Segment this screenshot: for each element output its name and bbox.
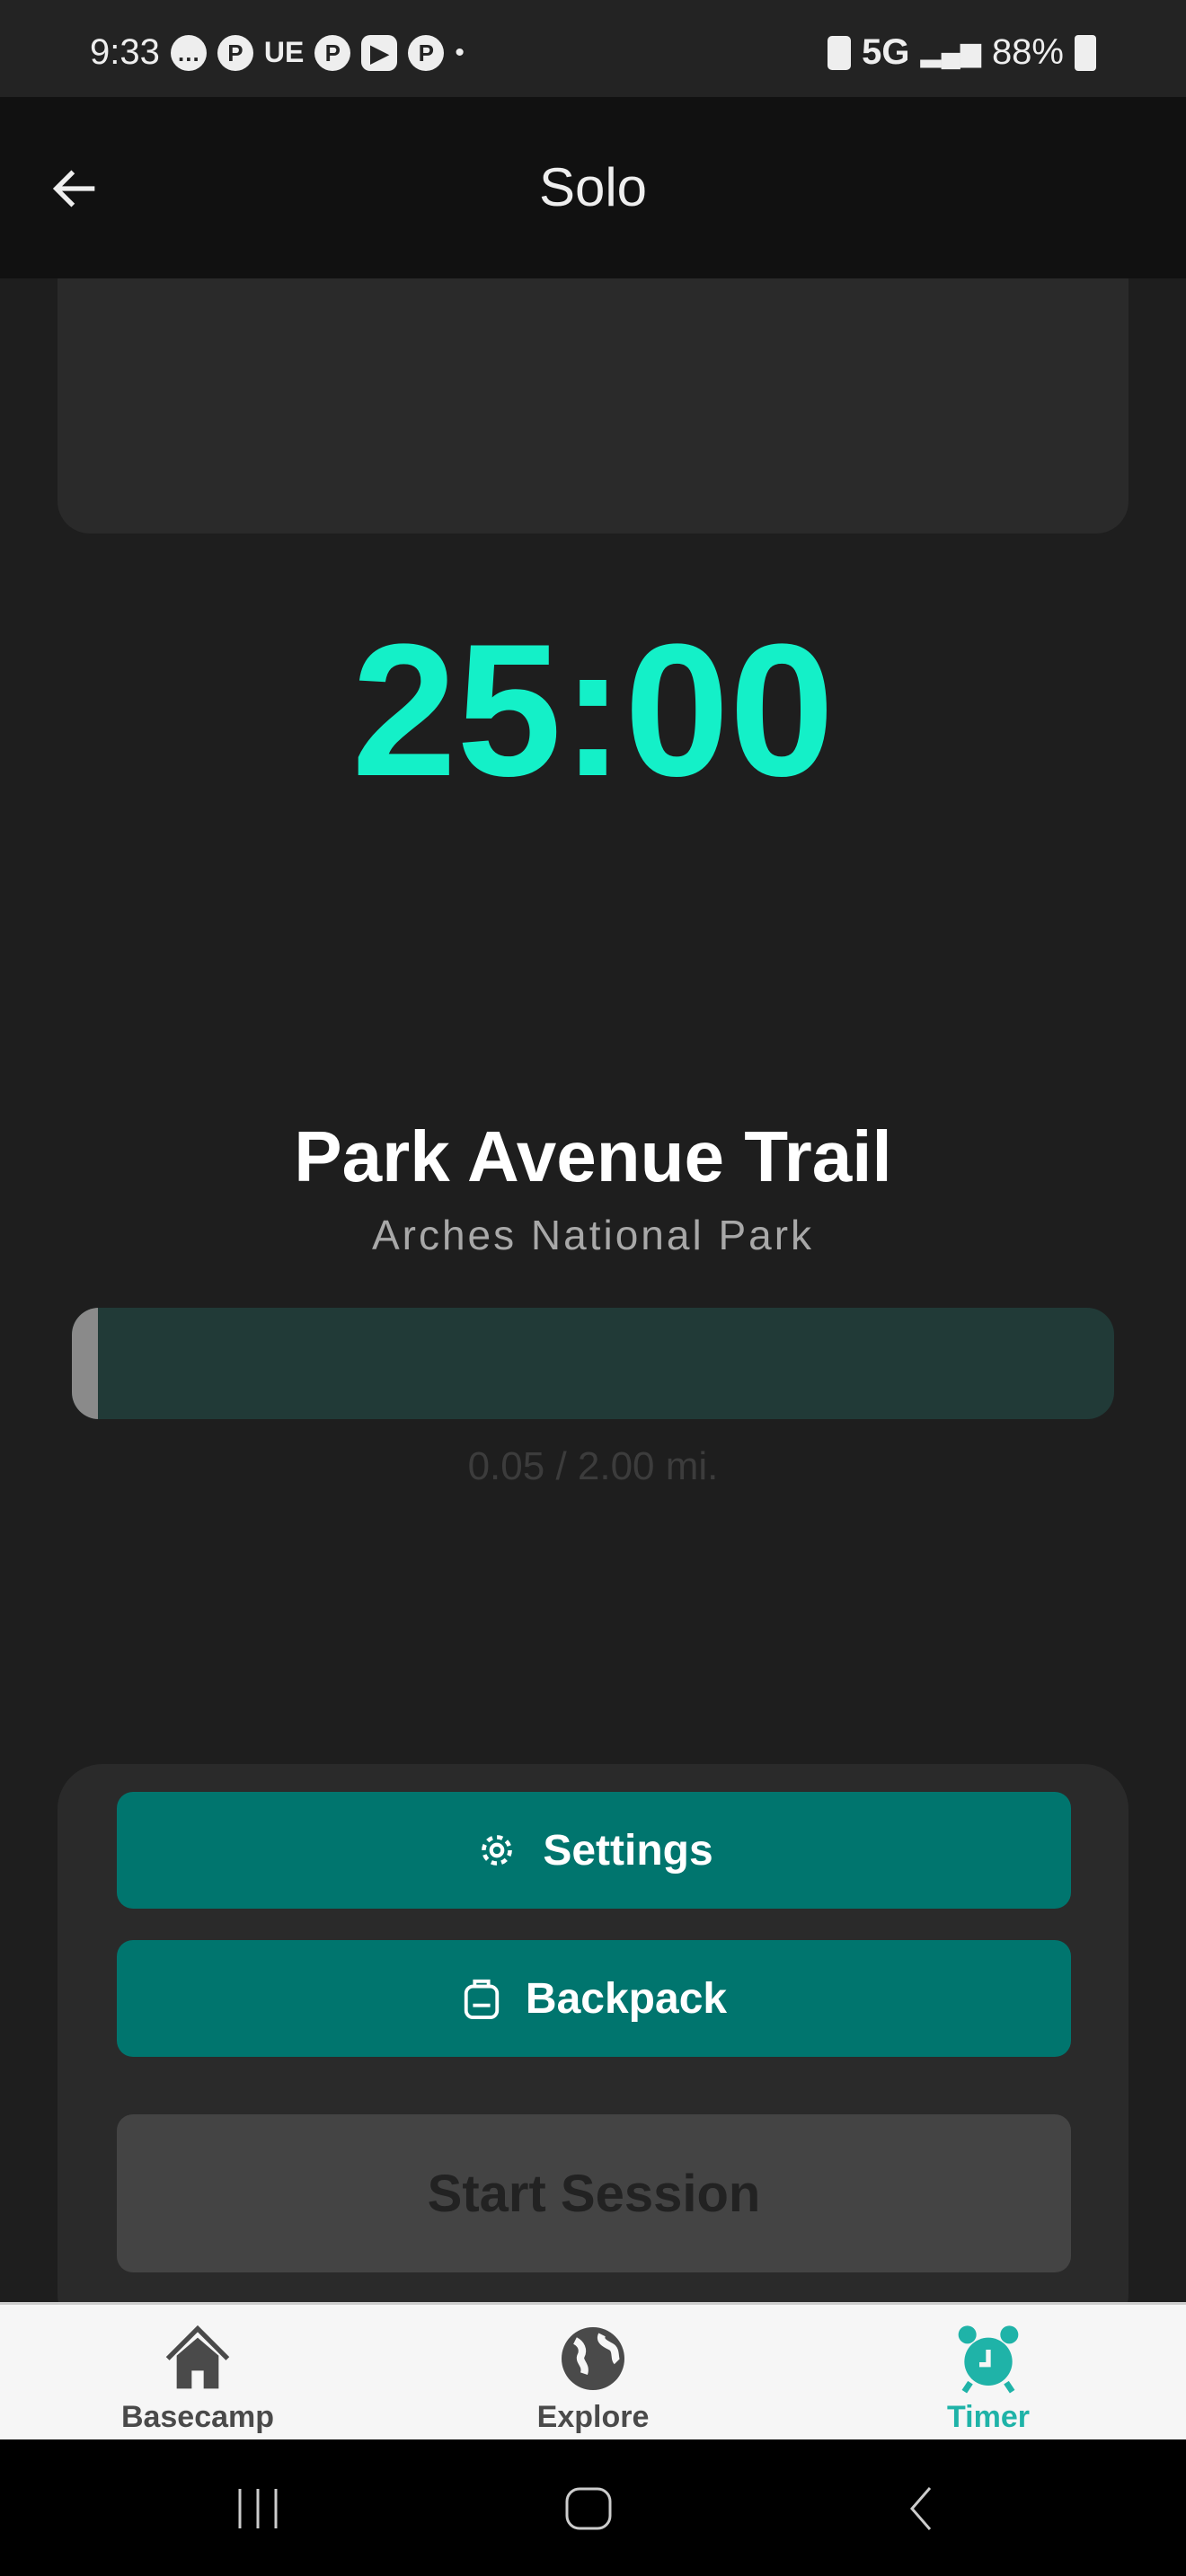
battery-percent: 88% <box>991 32 1064 72</box>
settings-button[interactable]: Settings <box>117 1792 1071 1909</box>
globe-icon <box>562 2327 624 2390</box>
network-type: 5G <box>862 32 910 72</box>
system-back-icon[interactable] <box>903 2486 939 2531</box>
home-button-icon[interactable] <box>564 2486 613 2531</box>
settings-label: Settings <box>543 1826 713 1875</box>
backpack-label: Backpack <box>525 1974 728 2023</box>
alarm-clock-icon <box>958 2325 1019 2394</box>
gear-icon <box>482 1835 513 1866</box>
start-session-label: Start Session <box>427 2164 761 2223</box>
tab-label: Explore <box>536 2400 650 2434</box>
youtube-icon: ▶ <box>361 34 398 71</box>
top-card <box>58 278 1128 534</box>
more-dot-icon: • <box>455 37 465 67</box>
home-icon <box>165 2325 230 2389</box>
distance-readout: 0.05 / 2.00 mi. <box>467 1444 719 1488</box>
timer-display: 25:00 <box>351 604 835 816</box>
pinterest-icon: P <box>217 34 253 71</box>
pinterest-icon: P <box>314 34 351 71</box>
page-title: Solo <box>538 157 648 217</box>
recent-apps-icon[interactable] <box>235 2486 280 2531</box>
park-name: Arches National Park <box>371 1212 815 1258</box>
battery-saver-icon <box>828 35 852 70</box>
tab-label: Basecamp <box>120 2400 275 2434</box>
tab-basecamp[interactable]: Basecamp <box>63 2323 332 2435</box>
start-session-button[interactable]: Start Session <box>117 2114 1071 2272</box>
tab-label: Timer <box>947 2400 1030 2434</box>
signal-icon: ▂▄▆ <box>920 38 981 67</box>
bottom-nav: Basecamp Explore Timer <box>0 2302 1186 2439</box>
trail-progress-bar <box>72 1308 1114 1419</box>
clock: 9:33 <box>90 32 160 72</box>
pinterest-icon: P <box>408 34 445 71</box>
notification-ue-icon: UE <box>263 36 305 68</box>
progress-fill <box>72 1308 98 1419</box>
backpack-button[interactable]: Backpack <box>117 1940 1071 2057</box>
tab-timer[interactable]: Timer <box>854 2323 1123 2435</box>
app-bar: Solo <box>0 97 1186 278</box>
messages-icon: … <box>170 34 207 71</box>
trail-name: Park Avenue Trail <box>294 1116 892 1196</box>
backpack-icon <box>464 1979 500 2019</box>
battery-icon <box>1075 34 1096 71</box>
system-nav-bar <box>0 2439 1186 2576</box>
status-bar: 9:33 … P UE P ▶ P • 5G ▂▄▆ 88% <box>0 0 1186 97</box>
tab-explore[interactable]: Explore <box>458 2323 728 2435</box>
